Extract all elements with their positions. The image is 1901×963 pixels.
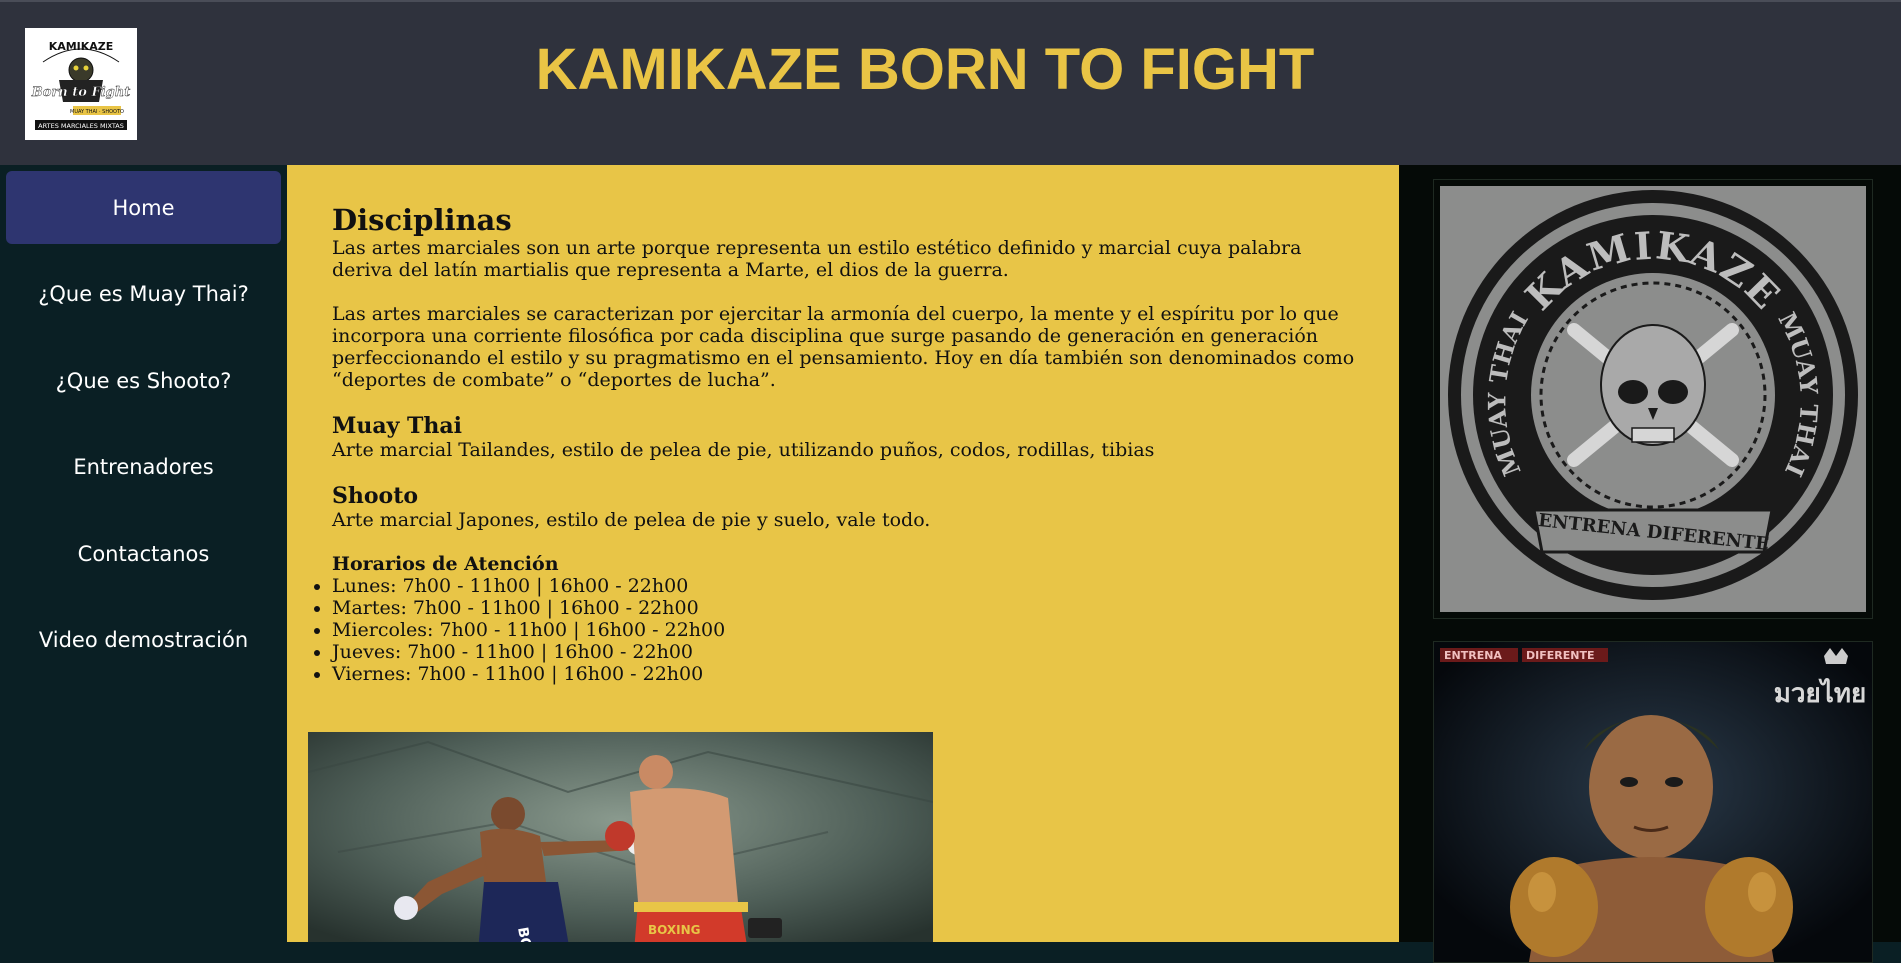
intro-paragraph-1: Las artes marciales son un arte porque r… xyxy=(332,237,1302,281)
kamikaze-emblem-card: KAMIKAZE MUAY THAI MUAY THAI ENTRENA DIF… xyxy=(1433,179,1873,619)
poster-tag-entrena: ENTRENA xyxy=(1444,649,1502,662)
muay-thai-fight-photo: BOXING BOXING xyxy=(308,732,933,942)
sidebar-nav: Home ¿Que es Muay Thai? ¿Que es Shooto? … xyxy=(0,165,287,942)
nav-item-entrenadores[interactable]: Entrenadores xyxy=(6,430,281,503)
kid-poster-graphic: ENTRENA DIFERENTE มวยไทย xyxy=(1434,642,1872,962)
main-content: Disciplinas Las artes marciales son un a… xyxy=(287,165,1399,942)
schedule-list: Lunes: 7h00 - 11h00 | 16h00 - 22h00 Mart… xyxy=(314,575,1362,685)
schedule-heading: Horarios de Atención xyxy=(332,553,559,575)
nav-item-shooto[interactable]: ¿Que es Shooto? xyxy=(6,344,281,417)
schedule-item: Lunes: 7h00 - 11h00 | 16h00 - 22h00 xyxy=(314,575,1362,597)
page-heading: Disciplinas xyxy=(332,203,512,237)
muay-thai-heading: Muay Thai xyxy=(332,413,463,439)
poster-thai-script: มวยไทย xyxy=(1774,677,1866,709)
intro-paragraph-2: Las artes marciales se caracterizan por … xyxy=(332,303,1355,391)
site-header: KAMIKAZE Born to Fight MUAY THAI · SHOOT… xyxy=(0,0,1901,165)
logo-text-small: MUAY THAI · SHOOTO xyxy=(70,109,124,115)
right-aside: KAMIKAZE MUAY THAI MUAY THAI ENTRENA DIF… xyxy=(1399,165,1901,963)
site-title: KAMIKAZE BORN TO FIGHT xyxy=(535,37,1315,102)
schedule-item: Viernes: 7h00 - 11h00 | 16h00 - 22h00 xyxy=(314,663,1362,685)
kamikaze-emblem: KAMIKAZE MUAY THAI MUAY THAI ENTRENA DIF… xyxy=(1440,186,1866,612)
nav-item-video[interactable]: Video demostración xyxy=(6,603,281,676)
schedule-item: Miercoles: 7h00 - 11h00 | 16h00 - 22h00 xyxy=(314,619,1362,641)
shooto-heading: Shooto xyxy=(332,483,419,509)
muay-thai-kid-poster: ENTRENA DIFERENTE มวยไทย xyxy=(1433,641,1873,963)
muay-thai-text: Arte marcial Tailandes, estilo de pelea … xyxy=(332,439,1155,461)
logo-text-bottom: ARTES MARCIALES MIXTAS xyxy=(38,122,124,130)
fight-photo-graphic: BOXING BOXING xyxy=(308,732,933,942)
right-shorts-text: BOXING xyxy=(648,923,701,937)
nav-item-muay-thai[interactable]: ¿Que es Muay Thai? xyxy=(6,257,281,330)
poster-tag-diferente: DIFERENTE xyxy=(1526,649,1594,662)
shooto-text: Arte marcial Japones, estilo de pelea de… xyxy=(332,509,931,531)
schedule-item: Martes: 7h00 - 11h00 | 16h00 - 22h00 xyxy=(314,597,1362,619)
nav-item-contactanos[interactable]: Contactanos xyxy=(6,517,281,590)
schedule-item: Jueves: 7h00 - 11h00 | 16h00 - 22h00 xyxy=(314,641,1362,663)
content-body: Disciplinas Las artes marciales son un a… xyxy=(314,203,1362,685)
nav-item-home[interactable]: Home xyxy=(6,171,281,244)
